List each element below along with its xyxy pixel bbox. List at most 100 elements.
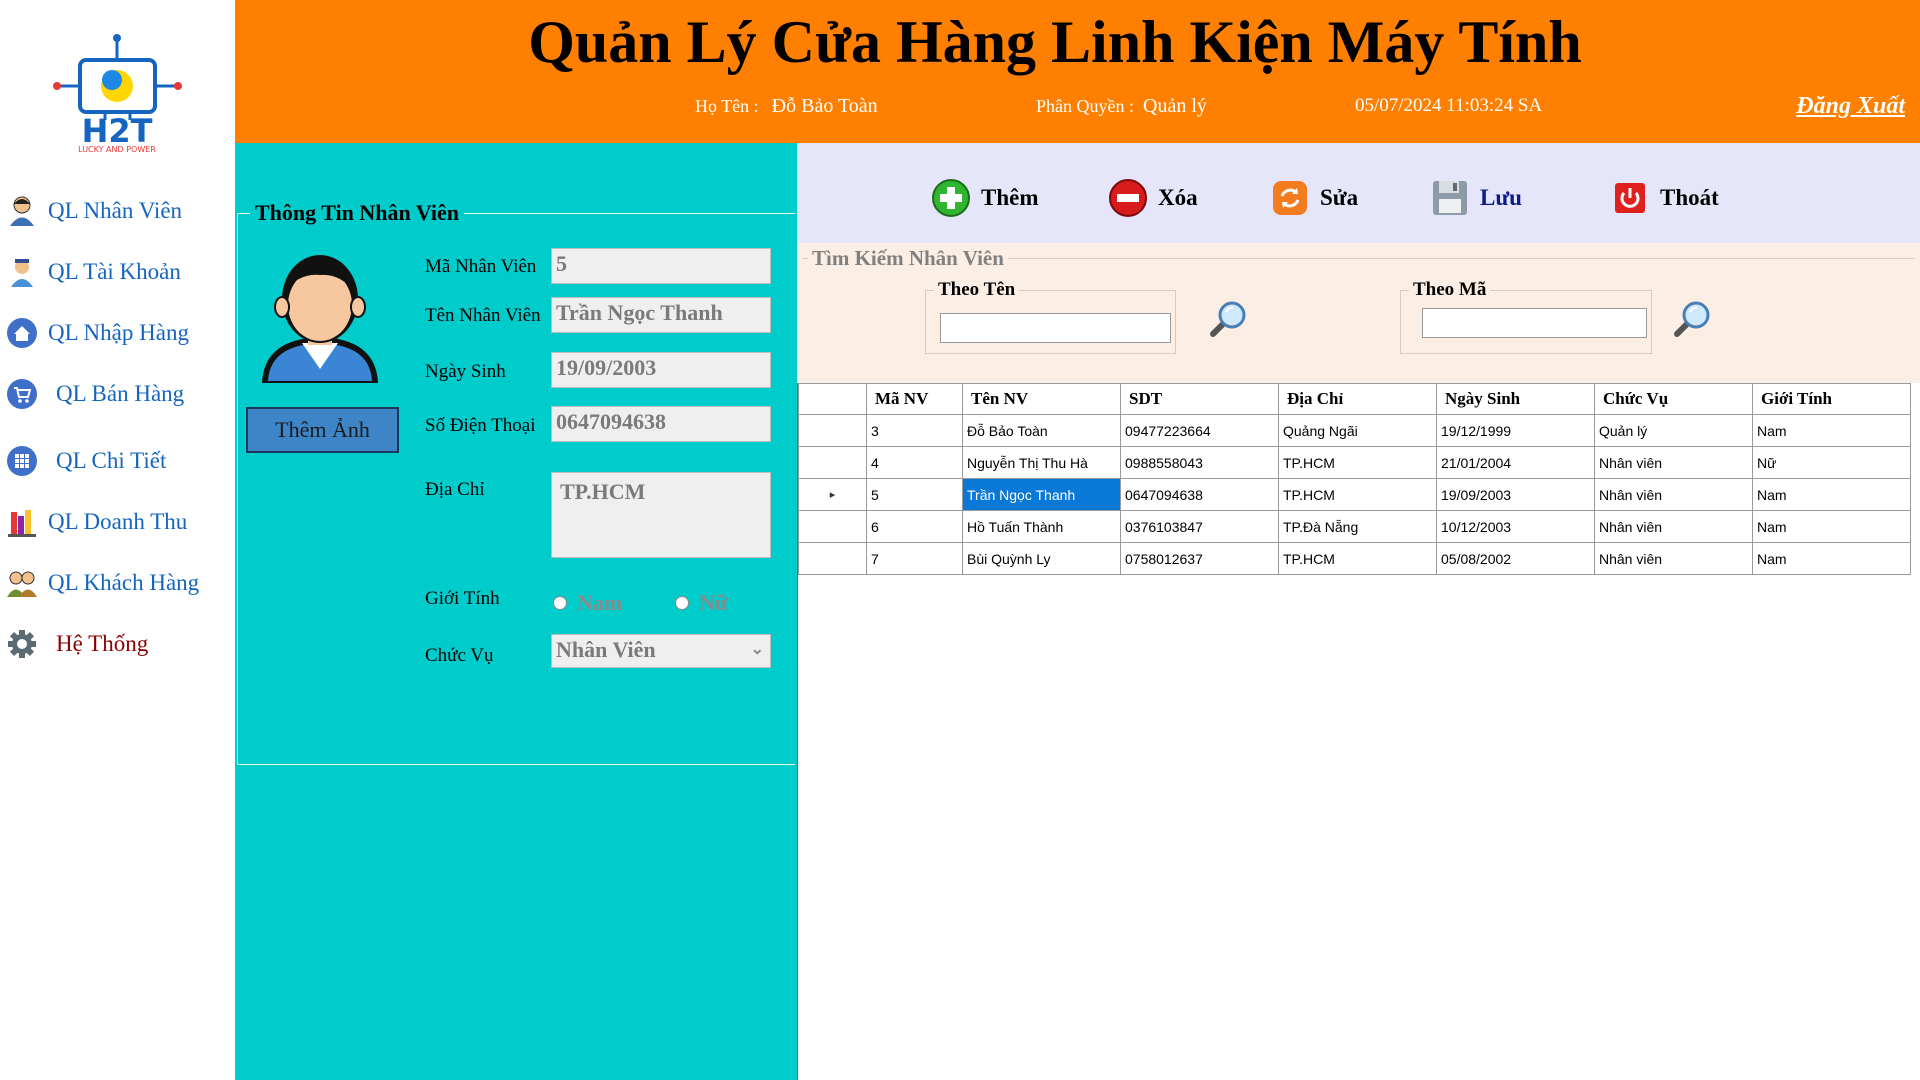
search-name-input[interactable] (940, 313, 1171, 343)
table-cell[interactable]: 21/01/2004 (1436, 446, 1595, 479)
logout-link[interactable]: Đăng Xuất (1796, 93, 1905, 120)
table-cell[interactable]: 3 (866, 414, 963, 447)
table-cell[interactable]: Nam (1752, 510, 1911, 543)
table-cell[interactable]: Nhân viên (1594, 542, 1753, 575)
table-cell[interactable]: Quảng Ngãi (1278, 414, 1437, 447)
header: Quản Lý Cửa Hàng Linh Kiện Máy Tính Họ T… (235, 0, 1920, 143)
current-row-marker-icon[interactable]: ▸ (798, 478, 867, 511)
radio-button-icon (553, 596, 567, 610)
table-cell[interactable]: 10/12/2003 (1436, 510, 1595, 543)
table-cell[interactable]: Nhân viên (1594, 446, 1753, 479)
dob-field[interactable]: 19/09/2003 (551, 352, 771, 388)
row-header[interactable] (798, 446, 867, 479)
home-import-icon (6, 317, 38, 349)
table-cell[interactable]: 0988558043 (1120, 446, 1279, 479)
sidebar-item-system[interactable]: Hệ Thống (6, 624, 148, 664)
role-select-value: Nhân Viên (556, 637, 656, 662)
column-header[interactable]: SDT (1120, 383, 1279, 415)
table-cell[interactable]: 0758012637 (1120, 542, 1279, 575)
table-cell[interactable]: 0376103847 (1120, 510, 1279, 543)
phone-label: Số Điện Thoại (425, 415, 536, 436)
employee-icon (6, 195, 38, 227)
table-cell[interactable]: TP.Đà Nẵng (1278, 510, 1437, 543)
table-cell[interactable]: Đỗ Bảo Toàn (962, 414, 1121, 447)
table-row[interactable]: 4 Nguyễn Thị Thu Hà 0988558043 TP.HCM 21… (798, 446, 1911, 479)
column-header[interactable]: Chức Vụ (1594, 383, 1753, 415)
table-cell[interactable]: TP.HCM (1278, 446, 1437, 479)
search-id-icon[interactable] (1669, 298, 1713, 342)
phone-field[interactable]: 0647094638 (551, 406, 771, 442)
table-cell[interactable]: TP.HCM (1278, 478, 1437, 511)
gender-radio-female[interactable]: Nữ (675, 590, 728, 616)
search-id-input[interactable] (1422, 308, 1647, 338)
table-cell-selected[interactable]: Trần Ngọc Thanh (962, 478, 1121, 511)
column-header[interactable]: Giới Tính (1752, 383, 1911, 415)
edit-button[interactable]: Sửa (1270, 178, 1358, 218)
sidebar-item-revenue[interactable]: QL Doanh Thu (6, 502, 187, 542)
column-header[interactable]: Ngày Sinh (1436, 383, 1595, 415)
sidebar-item-label: QL Khách Hàng (48, 570, 200, 595)
role-select[interactable]: Nhân Viên ⌄ (551, 634, 771, 668)
table-cell[interactable]: Nam (1752, 478, 1911, 511)
table-cell[interactable]: Quản lý (1594, 414, 1753, 447)
table-row[interactable]: 6 Hồ Tuấn Thành 0376103847 TP.Đà Nẵng 10… (798, 510, 1911, 543)
table-row[interactable]: 3 Đỗ Bảo Toàn 09477223664 Quảng Ngãi 19/… (798, 414, 1911, 447)
table-row[interactable]: 7 Bùi Quỳnh Ly 0758012637 TP.HCM 05/08/2… (798, 542, 1911, 575)
sidebar-item-sales[interactable]: QL Bán Hàng (6, 374, 184, 414)
add-button[interactable]: Thêm (931, 178, 1039, 218)
sidebar-item-accounts[interactable]: QL Tài Khoản (6, 252, 181, 292)
table-cell[interactable]: 19/12/1999 (1436, 414, 1595, 447)
add-photo-button[interactable]: Thêm Ảnh (246, 407, 399, 453)
table-cell[interactable]: 6 (866, 510, 963, 543)
table-cell[interactable]: 5 (866, 478, 963, 511)
table-row-selected[interactable]: ▸ 5 Trần Ngọc Thanh 0647094638 TP.HCM 19… (798, 478, 1911, 511)
row-header[interactable] (798, 542, 867, 575)
row-header[interactable] (798, 510, 867, 543)
sidebar-item-details[interactable]: QL Chi Tiết (6, 441, 166, 481)
datetime-display: 05/07/2024 11:03:24 SA (1355, 95, 1543, 116)
table-cell[interactable]: Bùi Quỳnh Ly (962, 542, 1121, 575)
sidebar-item-label: QL Tài Khoản (48, 259, 181, 284)
table-cell[interactable]: Nam (1752, 542, 1911, 575)
address-field[interactable]: TP.HCM (551, 472, 771, 558)
table-cell[interactable]: Hồ Tuấn Thành (962, 510, 1121, 543)
sidebar-item-import[interactable]: QL Nhập Hàng (6, 313, 189, 353)
sidebar-item-label: QL Chi Tiết (56, 448, 167, 473)
gender-female-label: Nữ (699, 590, 729, 615)
sidebar-item-label: Hệ Thống (56, 631, 149, 656)
sidebar-item-customers[interactable]: QL Khách Hàng (6, 563, 199, 603)
sidebar-item-label: QL Bán Hàng (56, 381, 185, 406)
sidebar-item-label: QL Nhập Hàng (48, 320, 189, 345)
table-cell[interactable]: 05/08/2002 (1436, 542, 1595, 575)
table-cell[interactable]: Nhân viên (1594, 478, 1753, 511)
gender-radio-male[interactable]: Nam (553, 590, 622, 616)
table-cell[interactable]: 7 (866, 542, 963, 575)
search-name-icon[interactable] (1205, 298, 1249, 342)
column-header[interactable]: Địa Chỉ (1278, 383, 1437, 415)
table-cell[interactable]: 09477223664 (1120, 414, 1279, 447)
user-name-value: Đỗ Bảo Toàn (771, 95, 878, 117)
table-cell[interactable]: 19/09/2003 (1436, 478, 1595, 511)
employee-id-field[interactable]: 5 (551, 248, 771, 284)
column-header[interactable]: Mã NV (866, 383, 963, 415)
exit-button[interactable]: Thoát (1610, 178, 1719, 218)
table-cell[interactable]: Nguyễn Thị Thu Hà (962, 446, 1121, 479)
table-cell[interactable]: 0647094638 (1120, 478, 1279, 511)
chevron-down-icon: ⌄ (750, 641, 764, 658)
table-cell[interactable]: 4 (866, 446, 963, 479)
table-cell[interactable]: Nhân viên (1594, 510, 1753, 543)
h2t-logo: H2T LUCKY AND POWER (50, 30, 185, 155)
save-button[interactable]: Lưu (1430, 178, 1522, 218)
table-cell[interactable]: Nam (1752, 414, 1911, 447)
table-cell[interactable]: TP.HCM (1278, 542, 1437, 575)
table-cell[interactable]: Nữ (1752, 446, 1911, 479)
row-header[interactable] (798, 414, 867, 447)
role-label: Chức Vụ (425, 645, 494, 666)
employee-info-legend: Thông Tin Nhân Viên (250, 200, 465, 226)
delete-button[interactable]: Xóa (1108, 178, 1198, 218)
employee-name-field[interactable]: Trần Ngọc Thanh (551, 297, 771, 333)
sidebar-item-employees[interactable]: QL Nhân Viên (6, 191, 182, 231)
gender-male-label: Nam (577, 590, 623, 615)
address-label: Địa Chỉ (425, 479, 485, 500)
column-header[interactable]: Tên NV (962, 383, 1121, 415)
